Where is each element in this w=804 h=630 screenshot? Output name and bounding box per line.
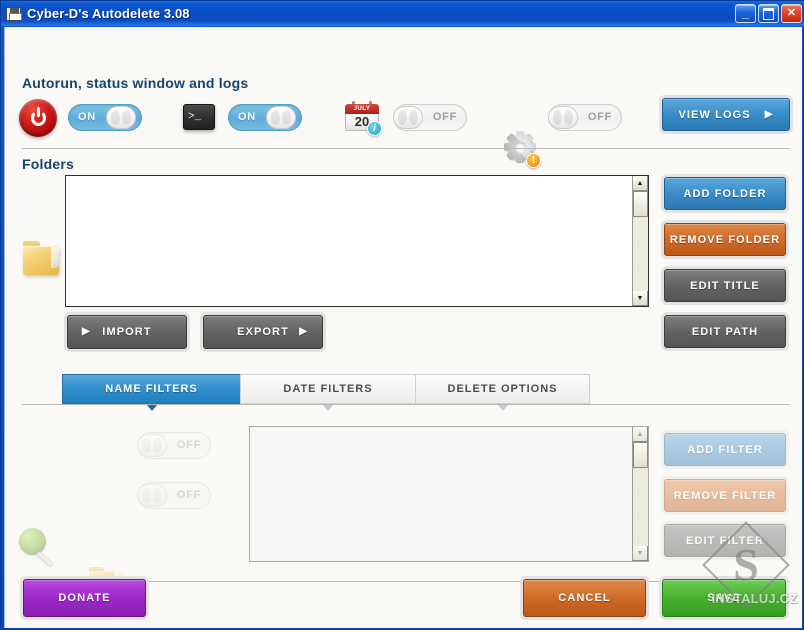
title-bar: Cyber-D's Autodelete 3.08 _ ✕ xyxy=(1,1,804,26)
add-folder-label: ADD FOLDER xyxy=(683,187,767,200)
edit-title-label: EDIT TITLE xyxy=(690,279,760,292)
scroll-thumb[interactable] xyxy=(633,442,648,468)
toggle-knob xyxy=(392,106,423,129)
close-icon: ✕ xyxy=(786,7,797,19)
autorun-toggle-label: ON xyxy=(78,111,96,123)
cancel-button[interactable]: CANCEL xyxy=(523,579,646,617)
chevron-down-icon xyxy=(322,404,334,411)
info-badge-icon: i xyxy=(367,121,382,136)
chevron-right-icon: ▶ xyxy=(764,108,774,120)
autorun-section-title: Autorun, status window and logs xyxy=(22,75,249,91)
remove-filter-label: REMOVE FILTER xyxy=(673,489,777,502)
tab-delete-options[interactable]: DELETE OPTIONS xyxy=(415,374,590,411)
folders-scrollbar[interactable]: ▲ ▼ xyxy=(632,176,648,306)
exclude-filters-toggle[interactable]: OFF xyxy=(136,482,211,509)
chevron-right-icon: ▶ xyxy=(82,326,91,337)
edit-title-button[interactable]: EDIT TITLE xyxy=(664,269,786,302)
edit-filter-label: EDIT FILTER xyxy=(686,534,764,547)
scroll-down-icon[interactable]: ▼ xyxy=(633,546,648,561)
advanced-toggle-label: OFF xyxy=(587,111,612,123)
scroll-thumb[interactable] xyxy=(633,191,648,217)
tab-delete-options-label: DELETE OPTIONS xyxy=(447,383,558,395)
schedule-toggle[interactable]: OFF xyxy=(392,104,467,131)
remove-folder-label: REMOVE FOLDER xyxy=(669,233,781,246)
scroll-up-icon[interactable]: ▲ xyxy=(633,427,648,442)
magnifier-icon xyxy=(17,528,59,569)
scroll-track[interactable] xyxy=(633,191,648,291)
tab-date-filters[interactable]: DATE FILTERS xyxy=(240,374,415,411)
status-window-toggle-label: ON xyxy=(238,111,256,123)
import-button[interactable]: ▶ IMPORT xyxy=(67,315,187,349)
donate-button[interactable]: DONATE xyxy=(23,579,146,617)
filters-list-area[interactable] xyxy=(250,427,632,561)
floppy-disk-icon xyxy=(6,6,22,21)
client-area: Autorun, status window and logs ON >_ ON… xyxy=(4,27,802,628)
chevron-down-icon xyxy=(496,404,509,411)
console-icon[interactable]: >_ xyxy=(183,104,215,130)
add-folder-button[interactable]: ADD FOLDER xyxy=(664,177,786,210)
advanced-toggle[interactable]: OFF xyxy=(547,104,622,131)
save-label: SAVE xyxy=(707,592,741,604)
minimize-icon: _ xyxy=(741,5,750,20)
import-label: IMPORT xyxy=(102,326,152,338)
edit-path-button[interactable]: EDIT PATH xyxy=(664,315,786,348)
edit-filter-button[interactable]: EDIT FILTER xyxy=(664,524,786,557)
toggle-knob xyxy=(265,106,296,129)
toggle-knob xyxy=(136,434,167,457)
remove-folder-button[interactable]: REMOVE FOLDER xyxy=(664,223,786,256)
add-filter-label: ADD FILTER xyxy=(687,443,763,456)
maximize-button[interactable] xyxy=(758,4,779,23)
window-controls: _ ✕ xyxy=(735,4,802,23)
cancel-label: CANCEL xyxy=(558,592,611,604)
folder-icon xyxy=(23,241,59,275)
donate-label: DONATE xyxy=(58,592,111,604)
toggle-knob xyxy=(136,484,167,507)
export-button[interactable]: EXPORT ▶ xyxy=(203,315,323,349)
schedule-toggle-label: OFF xyxy=(432,111,457,123)
minimize-button[interactable]: _ xyxy=(735,4,756,23)
include-subfolders-toggle[interactable]: OFF xyxy=(136,432,211,459)
scroll-down-icon[interactable]: ▼ xyxy=(633,291,648,306)
power-icon[interactable] xyxy=(19,99,57,137)
include-subfolders-toggle-label: OFF xyxy=(176,439,201,451)
tab-date-filters-label: DATE FILTERS xyxy=(283,383,373,395)
gear-icon[interactable]: ! xyxy=(504,131,541,168)
warning-badge-icon: ! xyxy=(526,153,541,168)
folders-section-title: Folders xyxy=(22,156,74,172)
filters-scrollbar[interactable]: ▲ ▼ xyxy=(632,427,648,561)
close-button[interactable]: ✕ xyxy=(781,4,802,23)
exclude-filters-toggle-label: OFF xyxy=(176,489,201,501)
autorun-toggle[interactable]: ON xyxy=(68,104,142,131)
add-filter-button[interactable]: ADD FILTER xyxy=(664,433,786,466)
chevron-right-icon: ▶ xyxy=(299,326,308,337)
remove-filter-button[interactable]: REMOVE FILTER xyxy=(664,479,786,512)
filters-listbox[interactable]: ▲ ▼ xyxy=(249,426,649,562)
toggle-knob xyxy=(105,106,136,129)
chevron-down-icon xyxy=(145,404,158,411)
scroll-up-icon[interactable]: ▲ xyxy=(633,176,648,191)
tab-name-filters[interactable]: NAME FILTERS xyxy=(62,374,240,411)
scroll-track[interactable] xyxy=(633,442,648,546)
calendar-month: JULY xyxy=(345,104,379,114)
tab-name-filters-label: NAME FILTERS xyxy=(105,383,198,395)
edit-path-label: EDIT PATH xyxy=(691,325,759,338)
view-logs-button[interactable]: VIEW LOGS ▶ xyxy=(662,98,790,131)
folders-list-area[interactable] xyxy=(66,176,632,306)
folders-listbox[interactable]: ▲ ▼ xyxy=(65,175,649,307)
window-title: Cyber-D's Autodelete 3.08 xyxy=(27,6,190,21)
toggle-knob xyxy=(547,106,578,129)
maximize-icon xyxy=(759,5,778,22)
divider xyxy=(22,148,790,149)
save-button[interactable]: SAVE xyxy=(662,579,786,617)
divider xyxy=(22,404,790,405)
view-logs-label: VIEW LOGS xyxy=(678,108,751,121)
export-label: EXPORT xyxy=(237,326,289,338)
filter-tabs: NAME FILTERS DATE FILTERS DELETE OPTIONS xyxy=(62,374,590,411)
application-window: Cyber-D's Autodelete 3.08 _ ✕ Autorun, s… xyxy=(0,0,804,630)
status-window-toggle[interactable]: ON xyxy=(228,104,302,131)
calendar-icon[interactable]: JULY 20 i xyxy=(345,101,382,136)
